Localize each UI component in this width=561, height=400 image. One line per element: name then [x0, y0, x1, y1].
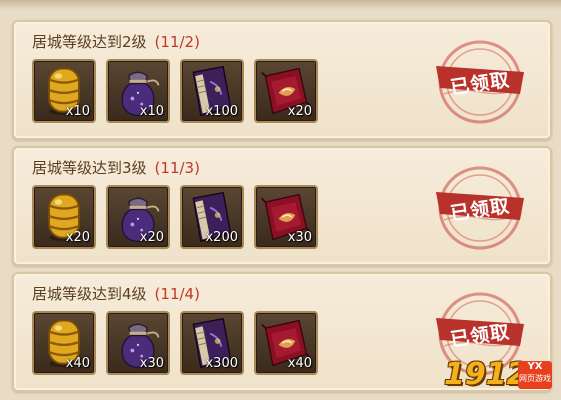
task-title-text: 居城等级达到4级 — [32, 285, 147, 303]
reward-slot[interactable]: x30 — [106, 311, 170, 375]
task-progress: (11/4) — [154, 285, 200, 303]
reward-slot[interactable]: x20 — [254, 59, 318, 123]
reward-slot[interactable]: x30 — [254, 185, 318, 249]
claimed-stamp: 已领取 — [432, 160, 528, 256]
task-title: 居城等级达到3级 (11/3) — [32, 157, 200, 179]
reward-slot[interactable]: x10 — [32, 59, 96, 123]
watermark-number: 1912 — [444, 357, 528, 392]
task-title: 居城等级达到4级 (11/4) — [32, 283, 200, 305]
task-progress: (11/2) — [154, 33, 200, 51]
claimed-stamp: 已领取 — [432, 34, 528, 130]
watermark-badge-top: YX — [527, 361, 543, 372]
reward-quantity: x10 — [139, 104, 164, 119]
reward-quantity: x20 — [287, 104, 312, 119]
reward-quantity: x40 — [65, 356, 90, 371]
task-panel: 居城等级达到3级 (11/3) x20 x20 x200 x30 已领取 — [12, 146, 552, 266]
reward-quantity: x30 — [139, 356, 164, 371]
reward-quantity: x100 — [205, 104, 238, 119]
task-progress: (11/3) — [154, 159, 200, 177]
reward-quantity: x300 — [205, 356, 238, 371]
reward-quantity: x40 — [287, 356, 312, 371]
reward-slot[interactable]: x20 — [106, 185, 170, 249]
task-panel: 居城等级达到2级 (11/2) x10 x10 x100 x20 已领取 — [12, 20, 552, 140]
reward-quantity: x10 — [65, 104, 90, 119]
reward-slot[interactable]: x100 — [180, 59, 244, 123]
reward-quantity: x200 — [205, 230, 238, 245]
task-title-text: 居城等级达到3级 — [32, 159, 147, 177]
reward-slot[interactable]: x200 — [180, 185, 244, 249]
task-title-text: 居城等级达到2级 — [32, 33, 147, 51]
reward-slot[interactable]: x10 — [106, 59, 170, 123]
top-border — [0, 0, 561, 10]
task-title: 居城等级达到2级 (11/2) — [32, 31, 200, 53]
reward-slot[interactable]: x40 — [254, 311, 318, 375]
reward-quantity: x20 — [139, 230, 164, 245]
watermark-badge-bottom: 网页游戏 — [519, 374, 551, 383]
watermark-badge: YX 网页游戏 — [518, 361, 552, 389]
reward-quantity: x30 — [287, 230, 312, 245]
site-watermark-logo: 1912 YX 网页游戏 — [444, 357, 556, 397]
reward-slot[interactable]: x40 — [32, 311, 96, 375]
reward-slot[interactable]: x300 — [180, 311, 244, 375]
reward-quantity: x20 — [65, 230, 90, 245]
reward-slot[interactable]: x20 — [32, 185, 96, 249]
